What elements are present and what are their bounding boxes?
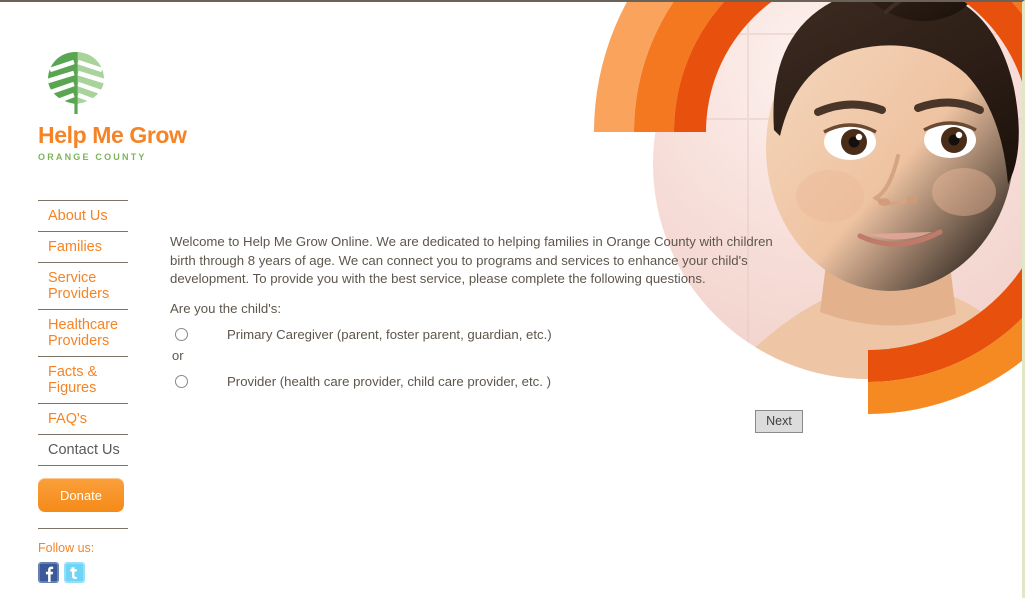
twitter-icon[interactable] <box>64 562 85 583</box>
main-content: Welcome to Help Me Grow Online. We are d… <box>170 233 804 433</box>
arc-outer-light <box>594 2 674 132</box>
sidebar-item-service-providers[interactable]: Service Providers <box>38 262 128 309</box>
page-frame: Help Me Grow ORANGE COUNTY About Us Fami… <box>0 0 1025 598</box>
option-row-primary-caregiver[interactable]: Primary Caregiver (parent, foster parent… <box>170 327 804 342</box>
sidebar-item-families[interactable]: Families <box>38 231 128 262</box>
main-navigation: About Us Families Service Providers Heal… <box>38 200 128 466</box>
arc-bottom-orange <box>868 318 1022 414</box>
social-links <box>38 562 168 583</box>
or-separator-text: or <box>172 347 184 363</box>
arc-inner-dark <box>674 2 1022 132</box>
sidebar-item-facts-figures[interactable]: Facts & Figures <box>38 356 128 403</box>
facebook-icon[interactable] <box>38 562 59 583</box>
site-logo[interactable]: Help Me Grow ORANGE COUNTY <box>38 2 187 162</box>
option-label-provider: Provider (health care provider, child ca… <box>227 373 551 389</box>
sidebar-item-contact-us[interactable]: Contact Us <box>38 434 128 465</box>
leaf-icon <box>47 52 105 114</box>
donate-button[interactable]: Donate <box>38 478 124 512</box>
sidebar-item-about-us[interactable]: About Us <box>38 200 128 231</box>
option-label-primary-caregiver: Primary Caregiver (parent, foster parent… <box>227 326 552 342</box>
arc-bottom-dark <box>868 268 1022 382</box>
sidebar-item-healthcare-providers[interactable]: Healthcare Providers <box>38 309 128 356</box>
question-label: Are you the child's: <box>170 300 282 316</box>
radio-primary-caregiver[interactable] <box>175 327 188 341</box>
option-row-provider[interactable]: Provider (health care provider, child ca… <box>170 374 804 389</box>
donate-section: Donate <box>38 478 168 529</box>
follow-us-label: Follow us: <box>38 541 95 555</box>
sidebar: Help Me Grow ORANGE COUNTY About Us Fami… <box>0 2 187 583</box>
intro-paragraph: Welcome to Help Me Grow Online. We are d… <box>170 234 773 286</box>
nav-bottom-rule <box>38 465 128 466</box>
donate-rule <box>38 528 128 529</box>
arc-mid-orange <box>634 2 1022 132</box>
radio-provider[interactable] <box>175 374 188 388</box>
sidebar-item-faqs[interactable]: FAQ's <box>38 403 128 434</box>
logo-subtitle: ORANGE COUNTY <box>38 152 147 162</box>
next-button[interactable]: Next <box>755 409 803 433</box>
logo-wordmark: Help Me Grow <box>38 122 187 148</box>
next-button-wrap: Next <box>170 409 804 433</box>
